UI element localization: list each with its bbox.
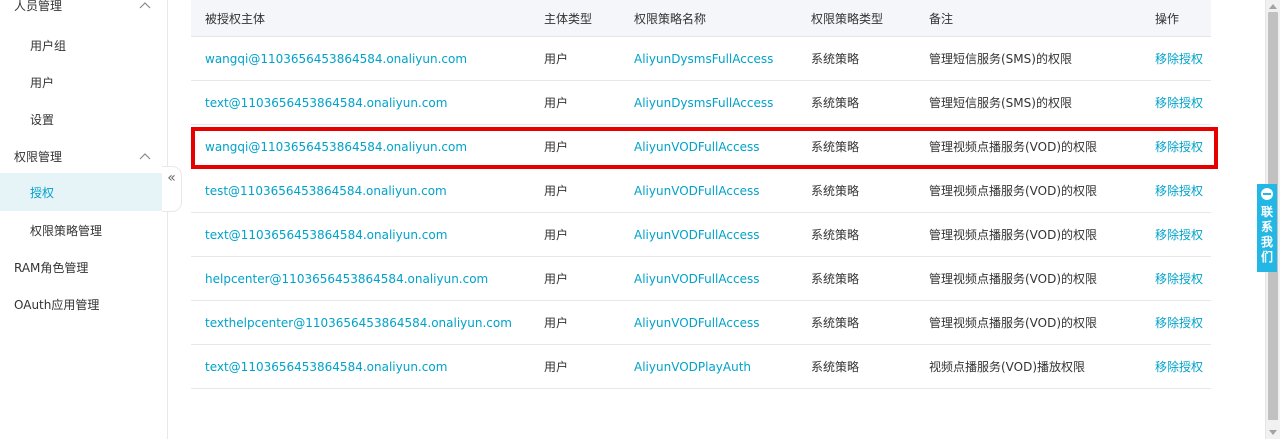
policy-type-cell: 系统策略 — [811, 228, 860, 242]
principal-cell[interactable]: helpcenter@1103656453864584.onaliyun.com — [205, 257, 488, 300]
table-row: text@1103656453864584.onaliyun.com 用户 Aliy… — [191, 81, 1211, 125]
principal-type-cell: 用户 — [544, 316, 569, 330]
policy-name-link[interactable]: AliyunDysmsFullAccess — [634, 81, 773, 124]
principal-type-cell: 用户 — [544, 272, 569, 286]
note-cell: 管理短信服务(SMS)的权限 — [929, 96, 1072, 110]
sidebar-item-label: 人员管理 — [14, 0, 63, 13]
contact-us-tab[interactable]: 联系我们 — [1257, 184, 1277, 272]
policy-name-link[interactable]: AliyunDysmsFullAccess — [634, 37, 773, 80]
sidebar-item-label: 设置 — [30, 112, 55, 127]
column-header-principal-type[interactable]: 主体类型 — [544, 0, 592, 36]
chat-icon — [1261, 188, 1273, 200]
principal-cell[interactable]: text@1103656453864584.onaliyun.com — [205, 213, 447, 256]
principal-type-cell: 用户 — [544, 184, 569, 198]
principal-type-cell: 用户 — [544, 360, 569, 374]
table-row: texthelpcenter@1103656453864584.onaliyun… — [191, 301, 1211, 345]
policy-name-link[interactable]: AliyunVODFullAccess — [634, 213, 759, 256]
policy-type-cell: 系统策略 — [811, 272, 860, 286]
note-cell: 管理视频点播服务(VOD)的权限 — [929, 272, 1098, 286]
sidebar-item-users[interactable]: 用户 — [0, 63, 167, 101]
sidebar-item-oauth-apps[interactable]: OAuth应用管理 — [0, 285, 167, 323]
policy-name-link[interactable]: AliyunVODFullAccess — [634, 125, 759, 168]
principal-cell[interactable]: text@1103656453864584.onaliyun.com — [205, 81, 447, 124]
note-cell: 视频点播服务(VOD)播放权限 — [929, 360, 1086, 374]
chevron-up-icon[interactable] — [139, 152, 151, 164]
policy-type-cell: 系统策略 — [811, 184, 860, 198]
sidebar-item-label: 用户组 — [30, 38, 67, 53]
table-row: wangqi@1103656453864584.onaliyun.com 用户 Al… — [191, 125, 1211, 169]
principal-cell[interactable]: wangqi@1103656453864584.onaliyun.com — [205, 125, 467, 168]
table-row: text@1103656453864584.onaliyun.com 用户 Aliy… — [191, 213, 1211, 257]
remove-authorization-link[interactable]: 移除授权 — [1155, 257, 1203, 300]
remove-authorization-link[interactable]: 移除授权 — [1155, 125, 1203, 168]
scroll-up-arrow-icon[interactable] — [1269, 4, 1277, 9]
principal-cell[interactable]: wangqi@1103656453864584.onaliyun.com — [205, 37, 467, 80]
principal-cell[interactable]: text@1103656453864584.onaliyun.com — [205, 345, 447, 388]
column-header-policy-name[interactable]: 权限策略名称 — [634, 0, 706, 36]
principal-cell[interactable]: test@1103656453864584.onaliyun.com — [205, 169, 447, 212]
table-header: 被授权主体 主体类型 权限策略名称 权限策略类型 备注 操作 — [191, 0, 1211, 37]
remove-authorization-link[interactable]: 移除授权 — [1155, 37, 1203, 80]
sidebar-item-user-groups[interactable]: 用户组 — [0, 26, 167, 64]
policy-type-cell: 系统策略 — [811, 316, 860, 330]
remove-authorization-link[interactable]: 移除授权 — [1155, 301, 1203, 344]
contact-us-label: 联系我们 — [1260, 205, 1273, 264]
sidebar-item-settings[interactable]: 设置 — [0, 100, 167, 138]
policy-name-link[interactable]: AliyunVODFullAccess — [634, 169, 759, 212]
policy-name-link[interactable]: AliyunVODFullAccess — [634, 301, 759, 344]
policy-type-cell: 系统策略 — [811, 360, 860, 374]
table-row: helpcenter@1103656453864584.onaliyun.com… — [191, 257, 1211, 301]
sidebar-item-label: RAM角色管理 — [14, 260, 89, 275]
remove-authorization-link[interactable]: 移除授权 — [1155, 169, 1203, 212]
table-row: text@1103656453864584.onaliyun.com 用户 Aliy… — [191, 345, 1211, 389]
principal-cell[interactable]: texthelpcenter@1103656453864584.onaliyun… — [205, 301, 512, 344]
remove-authorization-link[interactable]: 移除授权 — [1155, 81, 1203, 124]
table-row: wangqi@1103656453864584.onaliyun.com 用户 Al… — [191, 37, 1211, 81]
column-header-principal[interactable]: 被授权主体 — [205, 0, 265, 36]
policy-type-cell: 系统策略 — [811, 52, 860, 66]
policy-name-link[interactable]: AliyunVODFullAccess — [634, 257, 759, 300]
sidebar-item-permission-management[interactable]: 权限管理 — [0, 137, 167, 175]
principal-type-cell: 用户 — [544, 228, 569, 242]
sidebar-item-label: 权限管理 — [14, 149, 63, 164]
note-cell: 管理视频点播服务(VOD)的权限 — [929, 316, 1098, 330]
sidebar-item-people-management[interactable]: 人员管理 — [0, 0, 167, 24]
scroll-down-arrow-icon[interactable] — [1269, 430, 1277, 435]
principal-type-cell: 用户 — [544, 96, 569, 110]
sidebar-item-label: 授权 — [30, 185, 55, 200]
column-header-action: 操作 — [1155, 11, 1180, 26]
policy-type-cell: 系统策略 — [811, 96, 860, 110]
sidebar-item-policy-management[interactable]: 权限策略管理 — [0, 211, 167, 249]
sidebar-item-label: 权限策略管理 — [30, 223, 103, 238]
policy-type-cell: 系统策略 — [811, 140, 860, 154]
main-content: 被授权主体 主体类型 权限策略名称 权限策略类型 备注 操作 wangqi@11… — [168, 0, 1265, 439]
policy-name-link[interactable]: AliyunVODPlayAuth — [634, 345, 751, 388]
principal-type-cell: 用户 — [544, 140, 569, 154]
principal-type-cell: 用户 — [544, 52, 569, 66]
sidebar-item-label: OAuth应用管理 — [14, 297, 100, 312]
remove-authorization-link[interactable]: 移除授权 — [1155, 213, 1203, 256]
note-cell: 管理视频点播服务(VOD)的权限 — [929, 140, 1098, 154]
remove-authorization-link[interactable]: 移除授权 — [1155, 345, 1203, 388]
note-cell: 管理短信服务(SMS)的权限 — [929, 52, 1072, 66]
table-row: test@1103656453864584.onaliyun.com 用户 Aliy… — [191, 169, 1211, 213]
sidebar: 人员管理用户组用户设置权限管理授权权限策略管理 RAM角色管理 OAuth应用管理 — [0, 0, 168, 439]
note-cell: 管理视频点播服务(VOD)的权限 — [929, 184, 1098, 198]
chevron-up-icon[interactable] — [139, 1, 151, 13]
sidebar-item-authorization[interactable]: 授权 — [0, 173, 167, 211]
column-header-note[interactable]: 备注 — [929, 0, 953, 36]
column-header-policy-type[interactable]: 权限策略类型 — [811, 0, 883, 36]
sidebar-item-ram-roles[interactable]: RAM角色管理 — [0, 248, 167, 286]
note-cell: 管理视频点播服务(VOD)的权限 — [929, 228, 1098, 242]
sidebar-item-label: 用户 — [30, 75, 55, 90]
